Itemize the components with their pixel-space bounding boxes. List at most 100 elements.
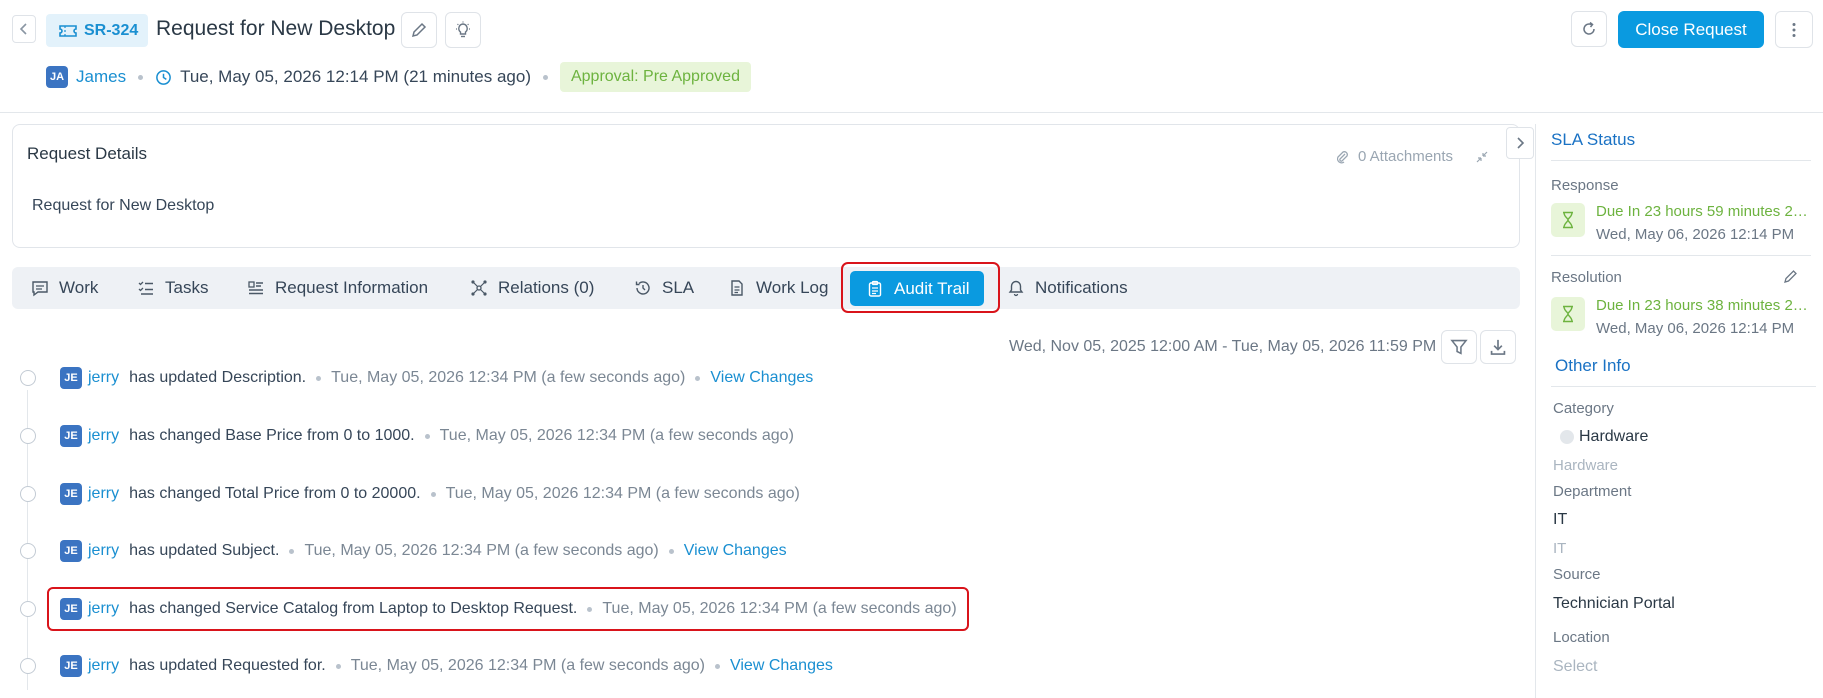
filter-icon <box>1450 339 1468 355</box>
resolution-due: Due In 23 hours 38 minutes 28 seconds <box>1596 297 1808 314</box>
audit-entry: JE jerry has updated Description. Tue, M… <box>20 365 813 391</box>
audit-time: Tue, May 05, 2026 12:34 PM (a few second… <box>445 485 800 502</box>
more-actions-button[interactable] <box>1775 11 1813 48</box>
ticket-id: SR-324 <box>84 21 139 39</box>
audit-text: has changed Total Price from 0 to 20000. <box>129 485 421 502</box>
audit-text: has updated Requested for. <box>129 657 326 674</box>
separator-dot <box>316 375 322 381</box>
audit-entry: JE jerry has changed Base Price from 0 t… <box>20 423 794 449</box>
tab-label: Tasks <box>165 278 209 297</box>
department-label: Department <box>1553 483 1632 500</box>
category-color-dot <box>1560 430 1574 444</box>
date-range-filter[interactable]: Wed, Nov 05, 2025 12:00 AM - Tue, May 05… <box>1009 338 1436 356</box>
created-time: Tue, May 05, 2026 12:14 PM (21 minutes a… <box>180 67 531 86</box>
tab-label: Notifications <box>1035 278 1128 297</box>
timeline-marker <box>20 370 36 386</box>
suggestion-button[interactable] <box>445 12 481 48</box>
category-value[interactable]: Hardware <box>1579 428 1648 446</box>
separator-dot <box>138 74 144 80</box>
hourglass-icon <box>1551 297 1585 331</box>
page-title: Request for New Desktop <box>156 17 396 40</box>
divider <box>1551 160 1811 161</box>
back-button[interactable] <box>12 15 36 43</box>
audit-text: has updated Description. <box>129 369 307 386</box>
tab-sla[interactable]: SLA <box>634 267 694 309</box>
close-request-button[interactable]: Close Request <box>1618 11 1764 48</box>
requester-link[interactable]: James <box>76 67 126 87</box>
department-path: IT <box>1553 540 1567 557</box>
audit-entry: JE jerry has updated Subject. Tue, May 0… <box>20 538 787 564</box>
audit-text: has updated Subject. <box>129 542 280 559</box>
tab-tasks[interactable]: Tasks <box>137 267 208 309</box>
department-value[interactable]: IT <box>1553 511 1567 529</box>
audit-entry: JE jerry has changed Total Price from 0 … <box>20 481 800 507</box>
tab-work[interactable]: Work <box>31 267 98 309</box>
separator-dot <box>335 663 341 669</box>
hourglass-icon <box>1551 203 1585 237</box>
chevron-left-icon <box>19 23 27 35</box>
toggle-side-panel-button[interactable] <box>1506 127 1534 159</box>
response-label: Response <box>1551 177 1619 194</box>
timeline-marker <box>20 486 36 502</box>
audit-time: Tue, May 05, 2026 12:34 PM (a few second… <box>439 427 794 444</box>
avatar: JE <box>60 540 82 562</box>
collapse-arrows-icon[interactable] <box>1475 150 1489 164</box>
audit-entry: JE jerry has updated Requested for. Tue,… <box>20 653 833 679</box>
source-value[interactable]: Technician Portal <box>1553 595 1675 613</box>
paperclip-icon <box>1336 150 1348 163</box>
document-icon <box>731 280 743 296</box>
filter-button[interactable] <box>1441 330 1477 364</box>
info-list-icon <box>248 281 263 295</box>
edit-title-button[interactable] <box>401 12 437 48</box>
response-date: Wed, May 06, 2026 12:14 PM <box>1596 226 1795 243</box>
divider <box>1551 386 1816 387</box>
relations-icon <box>471 280 487 296</box>
view-changes-link[interactable]: View Changes <box>730 657 833 675</box>
actor-link[interactable]: jerry <box>88 427 119 445</box>
export-button[interactable] <box>1480 330 1516 364</box>
tab-relations[interactable]: Relations (0) <box>470 267 594 309</box>
view-changes-link[interactable]: View Changes <box>710 369 813 387</box>
timeline-marker <box>20 658 36 674</box>
source-label: Source <box>1553 566 1601 583</box>
tab-label: Work Log <box>756 278 829 297</box>
separator-dot <box>668 548 674 554</box>
clock-icon <box>156 69 171 85</box>
audit-time: Tue, May 05, 2026 12:34 PM (a few second… <box>350 657 705 674</box>
checklist-icon <box>138 281 153 295</box>
actor-link[interactable]: jerry <box>88 542 119 560</box>
view-changes-link[interactable]: View Changes <box>684 542 787 560</box>
attachments-count: 0 Attachments <box>1358 148 1454 165</box>
sla-status-title: SLA Status <box>1551 130 1636 149</box>
location-select[interactable]: Select <box>1553 658 1597 676</box>
resolution-label: Resolution <box>1551 269 1622 286</box>
audit-time: Tue, May 05, 2026 12:34 PM (a few second… <box>331 369 686 386</box>
ticket-icon <box>59 24 77 37</box>
tab-request-information[interactable]: Request Information <box>247 267 428 309</box>
timeline-marker <box>20 543 36 559</box>
avatar: JA <box>46 66 68 88</box>
refresh-icon <box>1583 21 1595 35</box>
tab-notifications[interactable]: Notifications <box>1007 267 1128 309</box>
kebab-menu-icon <box>1792 22 1796 37</box>
lightbulb-icon <box>456 21 470 38</box>
tab-work-log[interactable]: Work Log <box>728 267 828 309</box>
attachments-link[interactable]: 0 Attachments <box>1334 148 1489 165</box>
actor-link[interactable]: jerry <box>88 485 119 503</box>
header-divider <box>0 112 1823 113</box>
tab-label: Work <box>59 278 99 297</box>
history-icon <box>635 281 650 295</box>
refresh-button[interactable] <box>1571 11 1607 47</box>
location-label: Location <box>1553 629 1610 646</box>
category-path: Hardware <box>1553 457 1619 474</box>
avatar: JE <box>60 425 82 447</box>
actor-link[interactable]: jerry <box>88 369 119 387</box>
right-panel-divider <box>1535 124 1536 698</box>
pencil-icon[interactable] <box>1783 268 1799 284</box>
separator-dot <box>430 491 436 497</box>
download-icon <box>1490 339 1506 355</box>
request-details-card <box>12 124 1520 248</box>
actor-link[interactable]: jerry <box>88 657 119 675</box>
audit-time: Tue, May 05, 2026 12:34 PM (a few second… <box>304 542 659 559</box>
pencil-icon <box>411 22 427 38</box>
